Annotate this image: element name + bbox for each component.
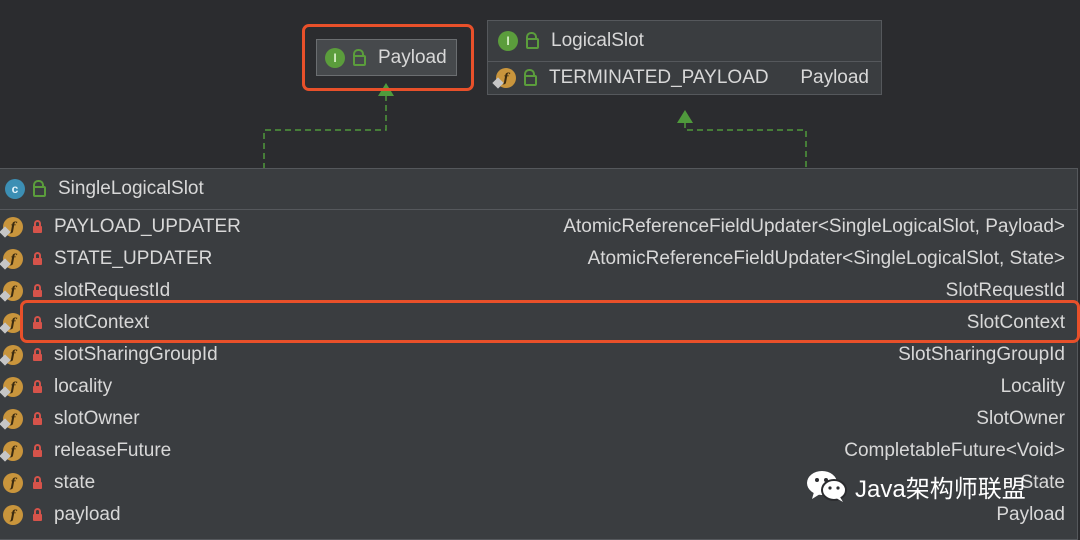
- final-pin-icon: [0, 386, 11, 398]
- field-icon: f: [0, 281, 23, 302]
- field-row[interactable]: f TERMINATED_PAYLOAD Payload: [488, 62, 881, 94]
- watermark-text: Java架构师联盟: [855, 475, 1026, 503]
- field-type: Locality: [1000, 376, 1065, 397]
- final-pin-icon: [0, 290, 11, 302]
- private-icon: [33, 476, 42, 489]
- logicalslot-interface-box[interactable]: I LogicalSlot f TERMINATED_PAYLOAD Paylo…: [487, 20, 882, 95]
- field-icon: f: [0, 377, 23, 398]
- field-type: Payload: [800, 67, 869, 88]
- static-pin-icon: [492, 77, 504, 89]
- field-name: STATE_UPDATER: [54, 248, 213, 269]
- private-icon: [33, 220, 42, 233]
- field-type: State: [1020, 472, 1065, 493]
- field-row[interactable]: f PAYLOAD_UPDATER AtomicReferenceFieldUp…: [0, 211, 1077, 243]
- field-name: releaseFuture: [54, 440, 172, 461]
- wechat-icon: [807, 471, 847, 502]
- field-type: SlotOwner: [976, 408, 1065, 429]
- field-type: Payload: [996, 504, 1065, 525]
- field-type: AtomicReferenceFieldUpdater<SingleLogica…: [587, 248, 1065, 269]
- field-type: CompletableFuture<Void>: [844, 440, 1065, 461]
- static-pin-icon: [0, 226, 11, 238]
- field-icon: f: [0, 409, 23, 430]
- field-icon: f: [0, 249, 23, 270]
- field-row[interactable]: f STATE_UPDATER AtomicReferenceFieldUpda…: [0, 243, 1077, 275]
- field-name: slotOwner: [54, 408, 140, 429]
- field-row[interactable]: f locality Locality: [0, 371, 1077, 403]
- arrowhead-logicalslot: [677, 110, 693, 123]
- private-icon: [33, 444, 42, 457]
- field-name: PAYLOAD_UPDATER: [54, 216, 241, 237]
- divider: [0, 209, 1077, 210]
- public-icon: [524, 69, 537, 86]
- field-name: TERMINATED_PAYLOAD: [549, 67, 769, 88]
- field-name: slotRequestId: [54, 280, 171, 301]
- field-type: AtomicReferenceFieldUpdater<SingleLogica…: [563, 216, 1065, 237]
- field-row[interactable]: f slotSharingGroupId SlotSharingGroupId: [0, 339, 1077, 371]
- field-name: state: [54, 472, 96, 493]
- public-icon: [33, 180, 46, 197]
- private-icon: [33, 380, 42, 393]
- logicalslot-header: I LogicalSlot: [488, 25, 881, 57]
- singlelogicalslot-header: c SingleLogicalSlot: [0, 173, 1077, 205]
- private-icon: [33, 252, 42, 265]
- logicalslot-title: LogicalSlot: [551, 30, 644, 51]
- public-icon: [526, 32, 539, 49]
- final-pin-icon: [0, 354, 11, 366]
- private-icon: [33, 508, 42, 521]
- interface-icon: I: [498, 31, 518, 51]
- field-row[interactable]: f releaseFuture CompletableFuture<Void>: [0, 435, 1077, 467]
- field-icon: f: [0, 217, 23, 238]
- field-type: SlotSharingGroupId: [898, 344, 1065, 365]
- static-pin-icon: [0, 258, 11, 270]
- field-icon: f: [3, 505, 23, 525]
- payload-highlight: [302, 24, 474, 91]
- slotcontext-highlight: [20, 300, 1080, 343]
- private-icon: [33, 348, 42, 361]
- field-row[interactable]: f slotOwner SlotOwner: [0, 403, 1077, 435]
- class-icon: c: [5, 179, 25, 199]
- final-pin-icon: [0, 450, 11, 462]
- private-icon: [33, 412, 42, 425]
- field-type: SlotRequestId: [945, 280, 1065, 301]
- field-name: slotSharingGroupId: [54, 344, 218, 365]
- final-pin-icon: [0, 418, 11, 430]
- field-name: payload: [54, 504, 121, 525]
- field-icon: f: [492, 68, 516, 89]
- private-icon: [33, 284, 42, 297]
- singlelogicalslot-title: SingleLogicalSlot: [58, 178, 204, 199]
- field-name: locality: [54, 376, 113, 397]
- field-icon: f: [0, 441, 23, 462]
- final-pin-icon: [0, 322, 11, 334]
- field-icon: f: [3, 473, 23, 493]
- field-icon: f: [0, 345, 23, 366]
- watermark: Java架构师联盟: [805, 468, 1026, 504]
